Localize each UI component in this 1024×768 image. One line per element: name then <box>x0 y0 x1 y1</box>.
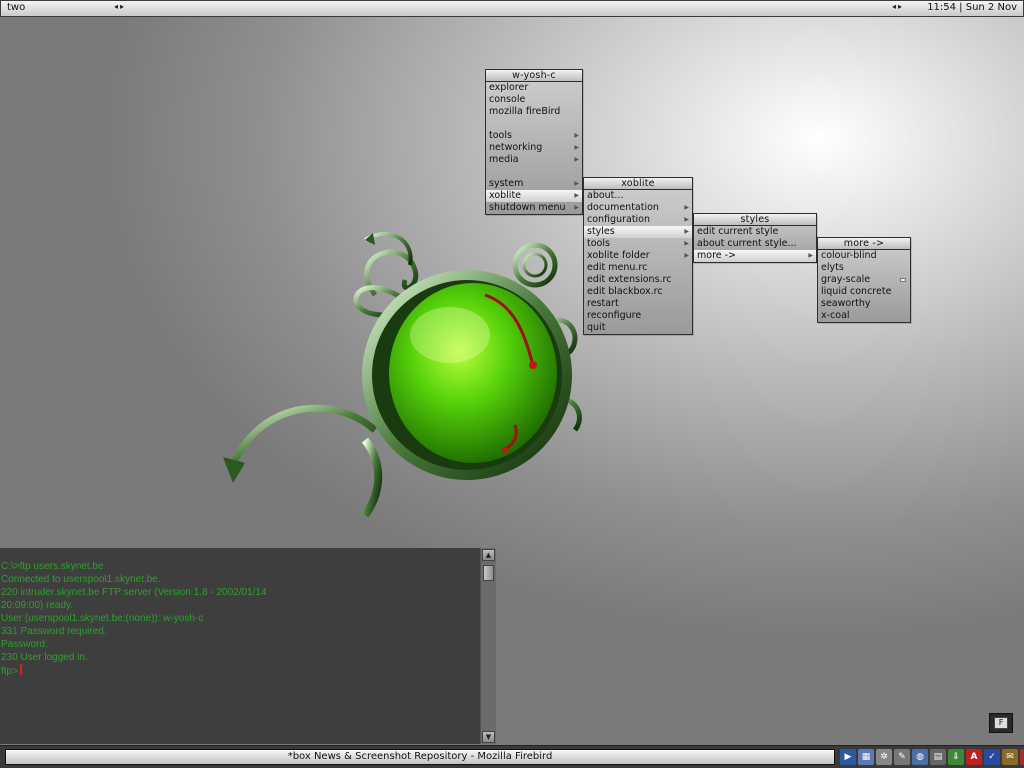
top-toolbar: two ◂▸ ◂▸ 11:54 | Sun 2 Nov <box>0 0 1024 17</box>
menu-item-edit-extensions-rc[interactable]: edit extensions.rc <box>584 274 692 286</box>
scroll-thumb[interactable] <box>483 565 494 581</box>
more-styles-menu: more -> colour-blind elyts gray-scale li… <box>817 237 911 323</box>
menu-item-documentation[interactable]: documentation ▶ <box>584 202 692 214</box>
menu-item-styles[interactable]: styles ▶ <box>584 226 692 238</box>
system-tray: ▶▦✲✎◍▤⇩A✓✉↻ <box>840 749 1024 766</box>
menu-item-style-liquid-concrete[interactable]: liquid concrete <box>818 286 910 298</box>
submenu-arrow-icon: ▶ <box>574 192 579 199</box>
menu-item-xoblite-tools[interactable]: tools ▶ <box>584 238 692 250</box>
submenu-arrow-icon: ▶ <box>684 228 689 235</box>
submenu-arrow-icon: ▶ <box>808 252 813 259</box>
window-switch-arrows[interactable]: ◂▸ <box>892 2 904 11</box>
menu-item-shutdown[interactable]: shutdown menu ▶ <box>486 202 582 214</box>
submenu-arrow-icon: ▶ <box>574 204 579 211</box>
submenu-arrow-icon: ▶ <box>684 204 689 211</box>
workspace-switch-arrows[interactable]: ◂▸ <box>114 2 126 11</box>
menu-item-edit-blackbox-rc[interactable]: edit blackbox.rc <box>584 286 692 298</box>
text-cursor <box>19 664 22 675</box>
menu-item-explorer[interactable]: explorer <box>486 82 582 94</box>
terminal-line: 220 intruder.skynet.be FTP server (Versi… <box>1 587 267 598</box>
submenu-arrow-icon: ▶ <box>574 144 579 151</box>
submenu-arrow-icon: ▶ <box>574 132 579 139</box>
media-player-icon[interactable]: ▶ <box>840 749 856 765</box>
terminal-line: User (userspool1.skynet.be:(none)): w-yo… <box>1 613 204 624</box>
settings-icon[interactable]: ✲ <box>876 749 892 765</box>
terminal-line: 20:09:00) ready. <box>1 600 74 611</box>
xoblite-menu-title: xoblite <box>584 178 692 190</box>
menu-item-quit[interactable]: quit <box>584 322 692 334</box>
tool-icon[interactable]: ✎ <box>894 749 910 765</box>
terminal-line: Connected to userspool1.skynet.be. <box>1 574 161 585</box>
xoblite-menu: xoblite about... documentation ▶ configur… <box>583 177 693 335</box>
menu-item-edit-menu-rc[interactable]: edit menu.rc <box>584 262 692 274</box>
styles-menu-title: styles <box>694 214 816 226</box>
mail-icon[interactable]: ✉ <box>1002 749 1018 765</box>
terminal-line: C:\>ftp users.skynet.be <box>1 561 104 572</box>
shield-icon[interactable]: ✓ <box>984 749 1000 765</box>
submenu-arrow-icon: ▶ <box>684 252 689 259</box>
refresh-icon[interactable]: ↻ <box>1020 749 1024 765</box>
desktop-toggle-label: F <box>994 717 1008 729</box>
menu-item-xoblite-folder[interactable]: xoblite folder ▶ <box>584 250 692 262</box>
submenu-arrow-icon: ▶ <box>684 216 689 223</box>
menu-item-tools[interactable]: tools ▶ <box>486 130 582 142</box>
console-scrollbar[interactable]: ▲ ▼ <box>480 548 496 744</box>
submenu-arrow-icon: ▶ <box>574 180 579 187</box>
console-window[interactable]: C:\>ftp users.skynet.be Connected to use… <box>0 548 480 744</box>
hardware-icon[interactable]: ▤ <box>930 749 946 765</box>
download-icon[interactable]: ⇩ <box>948 749 964 765</box>
menu-item-networking[interactable]: networking ▶ <box>486 142 582 154</box>
taskbar-window-firebird[interactable]: *box News & Screenshot Repository - Mozi… <box>5 749 835 765</box>
more-menu-title: more -> <box>818 238 910 250</box>
terminal-line: Password: <box>1 639 48 650</box>
menu-item-edit-current-style[interactable]: edit current style <box>694 226 816 238</box>
xoblite-logo <box>223 232 582 518</box>
menu-item-style-elyts[interactable]: elyts <box>818 262 910 274</box>
network-icon[interactable]: ▦ <box>858 749 874 765</box>
clock: 11:54 | Sun 2 Nov <box>927 2 1017 13</box>
menu-item-restart[interactable]: restart <box>584 298 692 310</box>
root-menu-title: w-yosh-c <box>486 70 582 82</box>
menu-item-system[interactable]: system ▶ <box>486 178 582 190</box>
menu-item-about[interactable]: about... <box>584 190 692 202</box>
terminal-prompt-line[interactable]: ftp> <box>0 664 480 677</box>
menu-item-more[interactable]: more -> ▶ <box>694 250 816 262</box>
globe-icon[interactable]: ◍ <box>912 749 928 765</box>
scroll-down-icon[interactable]: ▼ <box>482 731 495 743</box>
checked-icon <box>900 278 906 282</box>
menu-item-reconfigure[interactable]: reconfigure <box>584 310 692 322</box>
terminal-line: 331 Password required. <box>1 626 107 637</box>
submenu-arrow-icon: ▶ <box>574 156 579 163</box>
submenu-arrow-icon: ▶ <box>684 240 689 247</box>
menu-item-xoblite[interactable]: xoblite ▶ <box>486 190 582 202</box>
workspace-name[interactable]: two <box>7 2 25 13</box>
antivirus-icon[interactable]: A <box>966 749 982 765</box>
root-menu: w-yosh-c explorer console mozilla fireBi… <box>485 69 583 215</box>
menu-item-style-x-coal[interactable]: x-coal <box>818 310 910 322</box>
desktop-toggle-button[interactable]: F <box>989 713 1013 733</box>
terminal-line: 230 User logged in. <box>1 652 88 663</box>
menu-separator <box>486 166 582 178</box>
menu-item-configuration[interactable]: configuration ▶ <box>584 214 692 226</box>
menu-item-style-colour-blind[interactable]: colour-blind <box>818 250 910 262</box>
menu-separator <box>486 118 582 130</box>
menu-item-style-gray-scale[interactable]: gray-scale <box>818 274 910 286</box>
menu-item-console[interactable]: console <box>486 94 582 106</box>
menu-item-about-current-style[interactable]: about current style... <box>694 238 816 250</box>
scroll-up-icon[interactable]: ▲ <box>482 549 495 561</box>
menu-item-firebird[interactable]: mozilla fireBird <box>486 106 582 118</box>
taskbar: *box News & Screenshot Repository - Mozi… <box>0 745 1024 768</box>
menu-item-media[interactable]: media ▶ <box>486 154 582 166</box>
styles-menu: styles edit current style about current … <box>693 213 817 263</box>
menu-item-style-seaworthy[interactable]: seaworthy <box>818 298 910 310</box>
